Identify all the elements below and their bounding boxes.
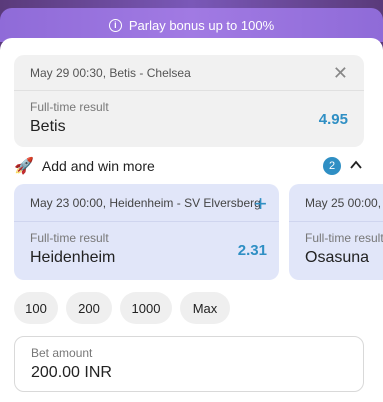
selection-name: Heidenheim [30,249,116,266]
add-and-win-more-row[interactable]: 🚀 Add and win more 2 [14,155,369,177]
market-label: Full-time result [305,231,383,245]
info-icon: i [108,18,122,32]
odds-value: 2.31 [237,242,267,259]
chevron-up-icon[interactable] [349,158,363,172]
banner-text: Parlay bonus up to 100% [128,17,275,33]
match-info: May 23 00:00, Heidenheim - SV Elversberg [30,195,261,210]
selected-bet-card: May 29 00:30, Betis - Chelsea ✕ Full-tim… [14,55,364,147]
selection-name: Betis [30,118,66,135]
market-label: Full-time result [30,100,109,114]
bet-amount-field[interactable]: Bet amount 200.00 INR [14,336,364,392]
add-label: Add and win more [41,158,155,174]
suggestion-card[interactable]: May 25 00:00, A Full-time result Osasuna [289,184,383,280]
odds-value: 4.95 [318,111,348,128]
plus-icon[interactable]: + [254,193,267,215]
quick-amounts: 100 200 1000 Max [14,292,230,324]
quick-amount-100-button[interactable]: 100 [14,292,58,324]
selection-name: Osasuna [305,249,370,266]
rocket-icon: 🚀 [14,158,34,175]
bet-amount-value[interactable]: 200.00 INR [31,364,347,382]
suggestion-card[interactable]: May 23 00:00, Heidenheim - SV Elversberg… [14,184,279,280]
close-icon[interactable]: ✕ [333,64,348,82]
quick-amount-200-button[interactable]: 200 [66,292,112,324]
suggestions-carousel[interactable]: May 23 00:00, Heidenheim - SV Elversberg… [14,184,383,280]
match-info: May 25 00:00, A [305,195,383,210]
parlay-bonus-banner[interactable]: i Parlay bonus up to 100% [0,8,383,42]
quick-amount-max-button[interactable]: Max [180,292,230,324]
market-label: Full-time result [30,231,109,245]
quick-amount-1000-button[interactable]: 1000 [120,292,172,324]
match-info: May 29 00:30, Betis - Chelsea [30,65,191,80]
bet-amount-label: Bet amount [31,346,93,360]
count-badge: 2 [323,157,341,175]
